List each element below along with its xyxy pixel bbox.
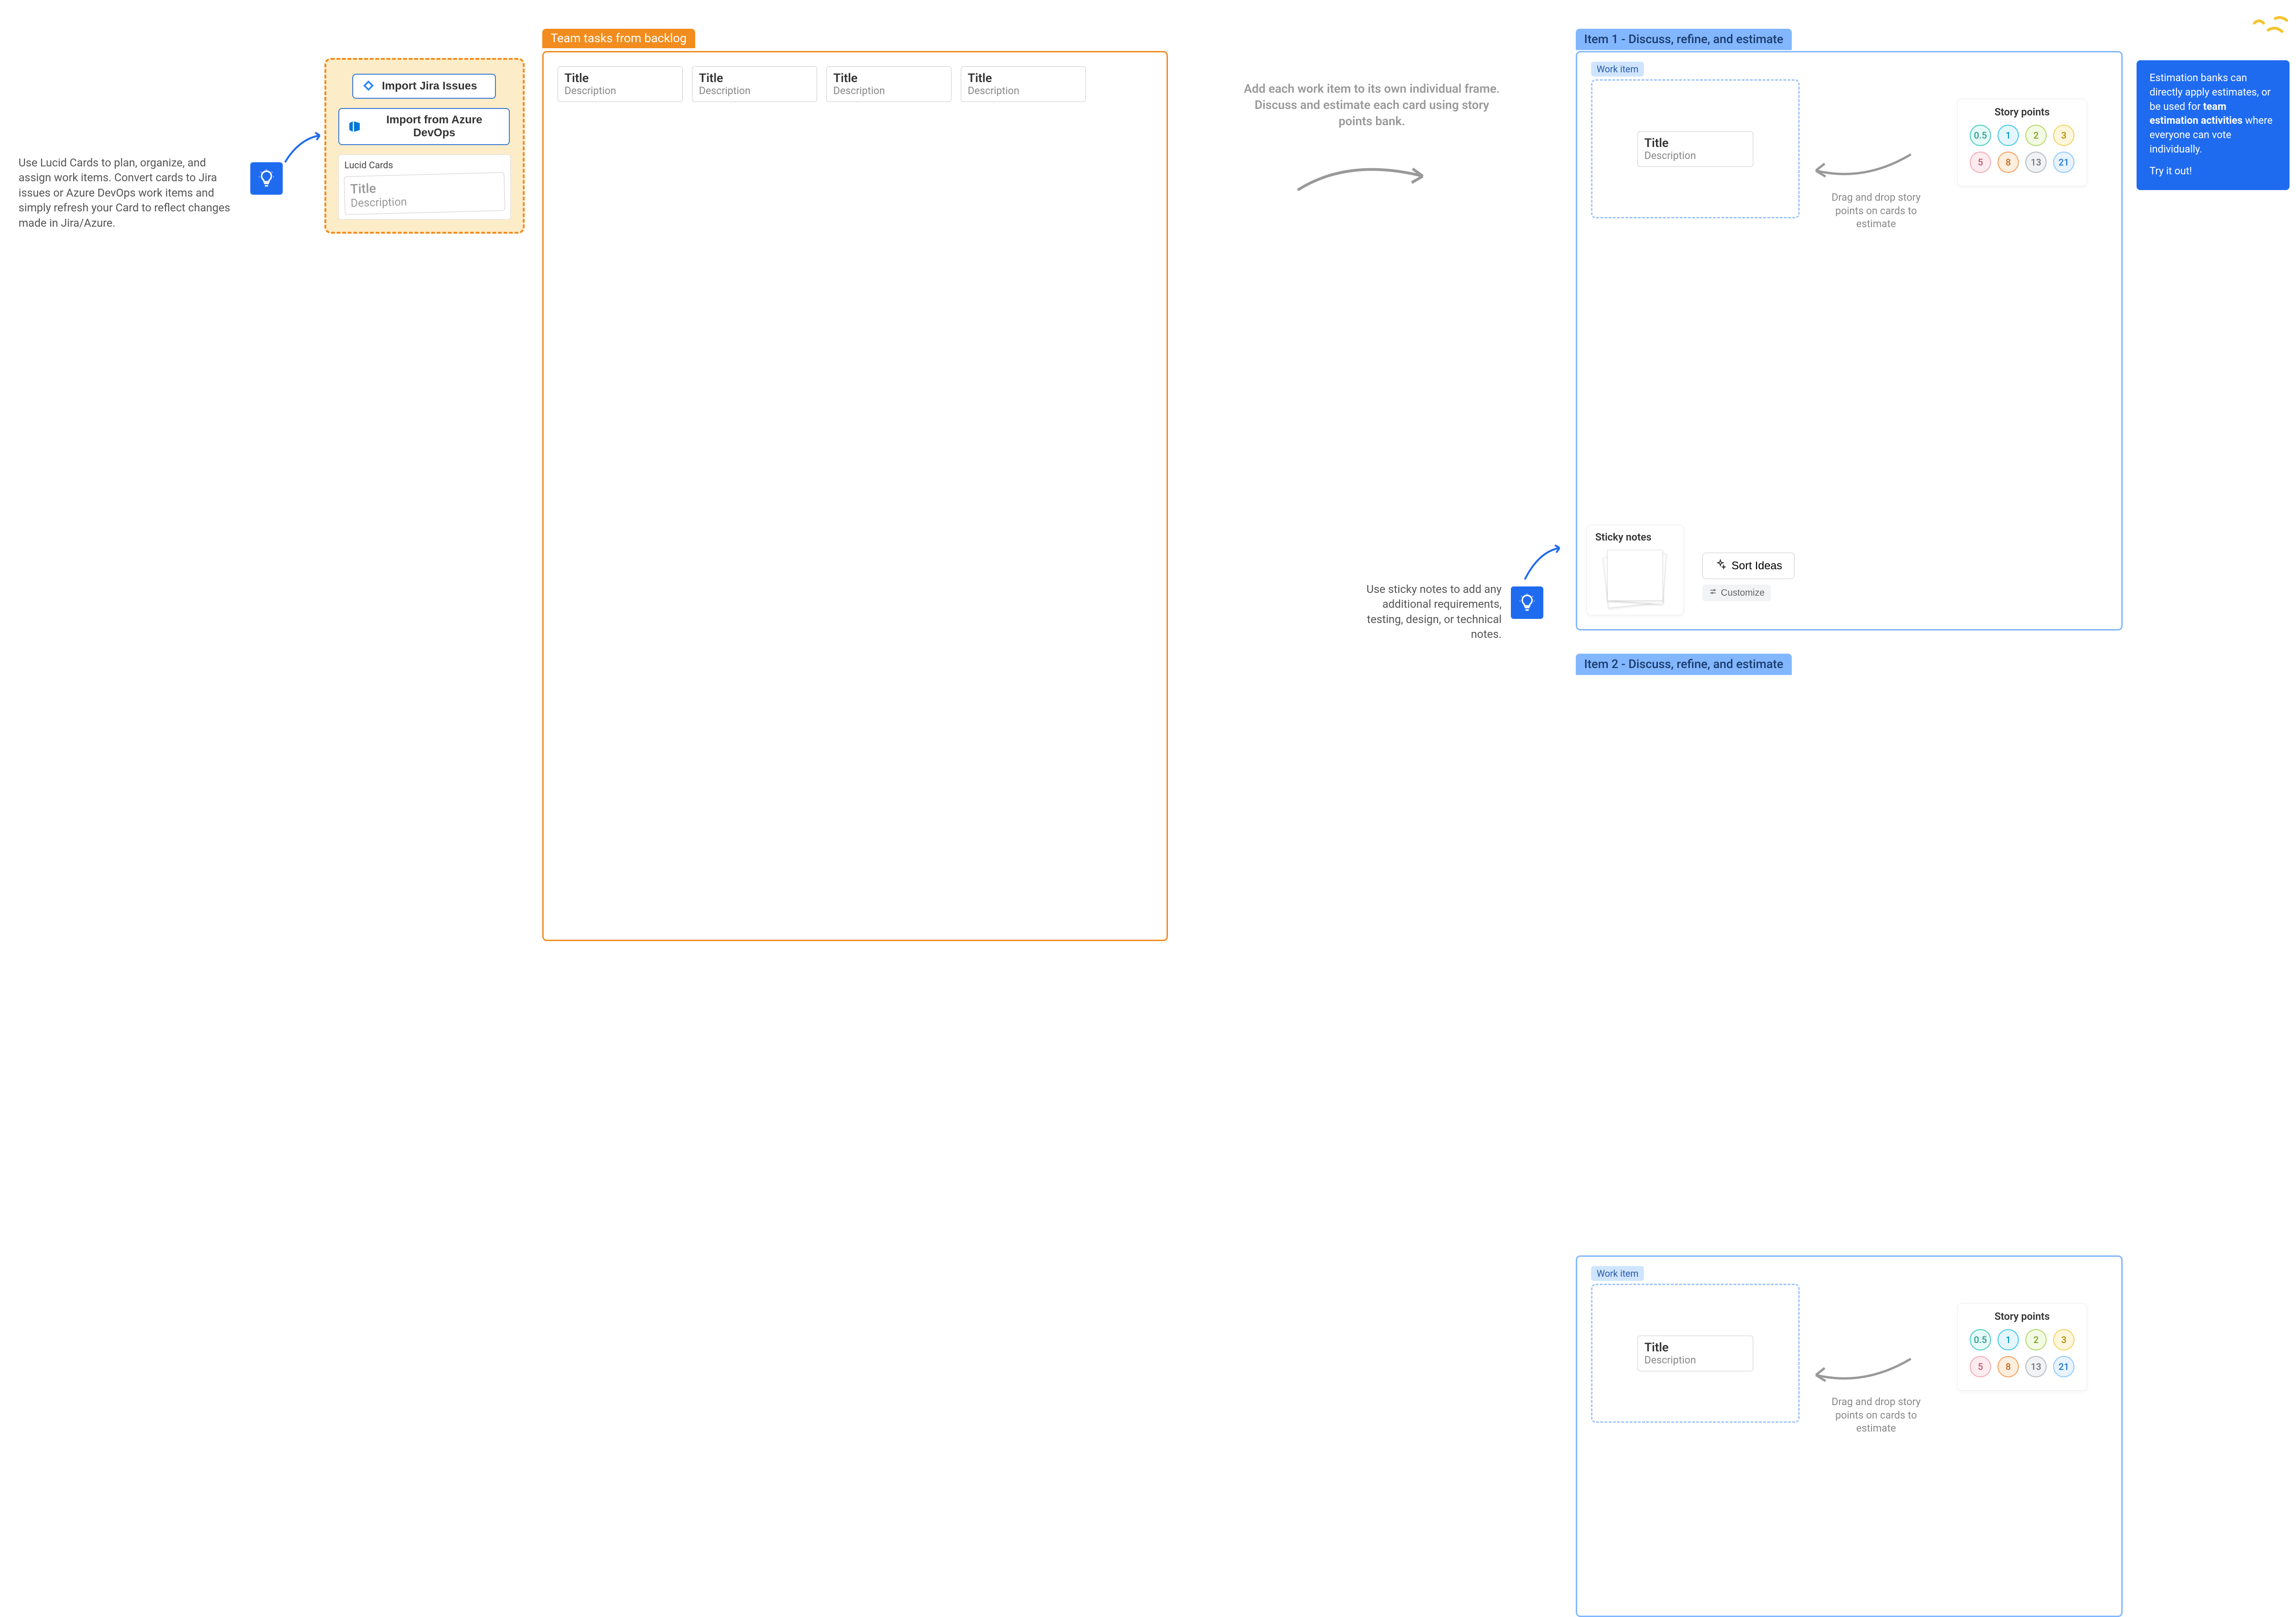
work-item-label: Work item (1591, 1266, 1644, 1281)
story-points-title: Story points (1967, 107, 2077, 118)
work-item-card[interactable]: Title Description (1637, 1336, 1753, 1371)
story-point-chip[interactable]: 0.5 (1970, 125, 1991, 146)
sparkle-icon (1715, 559, 1726, 573)
import-jira-button[interactable]: Import Jira Issues (352, 74, 496, 99)
card-title: Title (1644, 136, 1746, 150)
story-point-chip[interactable]: 5 (1970, 1356, 1991, 1377)
lucid-card-panel: Lucid Cards Title Description (338, 154, 511, 220)
story-point-chip[interactable]: 2 (2025, 1329, 2047, 1350)
card-title: Title (833, 71, 945, 85)
sort-ideas-label: Sort Ideas (1732, 560, 1782, 573)
backlog-frame-tab[interactable]: Team tasks from backlog (542, 29, 695, 48)
task-card[interactable]: Title Description (961, 66, 1086, 102)
import-panel: Import Jira Issues Import from Azure Dev… (324, 58, 525, 234)
lucid-cards-tip-text: Use Lucid Cards to plan, organize, and a… (19, 155, 236, 230)
story-points-panel: Story points 0.5 123 58 13 21 (1957, 1303, 2087, 1391)
sort-ideas-button[interactable]: Sort Ideas (1702, 553, 1795, 579)
card-description: Description (968, 85, 1079, 97)
story-points-panel: Story points 0.5 123 58 13 21 (1957, 99, 2087, 186)
sticky-notes-panel: Sticky notes (1586, 525, 1684, 615)
story-point-chip[interactable]: 2 (2025, 125, 2047, 146)
arrow-icon (1293, 153, 1432, 209)
card-description: Description (699, 85, 810, 97)
backlog-frame[interactable]: Title Description Title Description Titl… (542, 51, 1168, 941)
work-item-dropzone[interactable]: Title Description (1591, 79, 1800, 218)
task-card[interactable]: Title Description (558, 66, 683, 102)
sticky-tip-text: Use sticky notes to add any additional r… (1353, 582, 1502, 642)
card-description: Description (1644, 1355, 1746, 1366)
lucid-card-sample[interactable]: Title Description (344, 172, 505, 215)
story-point-chip[interactable]: 5 (1970, 152, 1991, 173)
drag-help-text: Drag and drop story points on cards to e… (1823, 191, 1929, 231)
card-title: Title (699, 71, 810, 85)
story-point-chip[interactable]: 3 (2053, 125, 2074, 146)
arrow-icon (1520, 542, 1567, 584)
story-point-chip[interactable]: 21 (2053, 1356, 2074, 1377)
center-tip-text: Add each work item to its own individual… (1242, 81, 1502, 130)
story-point-chip[interactable]: 8 (1998, 152, 2019, 173)
lightbulb-icon (1511, 586, 1543, 619)
azure-icon (348, 120, 362, 134)
story-point-chip[interactable]: 13 (2025, 152, 2047, 173)
sticky-stack[interactable] (1603, 548, 1668, 608)
story-points-title: Story points (1967, 1311, 2077, 1323)
lucid-cards-label: Lucid Cards (344, 159, 505, 171)
item-frame-tab[interactable]: Item 1 - Discuss, refine, and estimate (1576, 29, 1792, 50)
sliders-icon (1709, 587, 1717, 598)
work-item-label: Work item (1591, 62, 1644, 76)
estimation-callout: Estimation banks can directly apply esti… (2137, 60, 2290, 190)
item-frame-2[interactable]: Work item Title Description Drag and dro… (1576, 1255, 2123, 1617)
item-frame-1[interactable]: Work item Title Description Drag and dro… (1576, 51, 2123, 630)
story-point-chip[interactable]: 13 (2025, 1356, 2047, 1377)
item-frame-tab[interactable]: Item 2 - Discuss, refine, and estimate (1576, 654, 1792, 675)
jira-icon (362, 79, 375, 93)
arrow-icon (1809, 145, 1915, 191)
story-point-chip[interactable]: 3 (2053, 1329, 2074, 1350)
drag-help-text: Drag and drop story points on cards to e… (1823, 1396, 1929, 1436)
import-azure-button[interactable]: Import from Azure DevOps (338, 108, 510, 145)
import-jira-label: Import Jira Issues (382, 80, 477, 93)
story-point-chip[interactable]: 0.5 (1970, 1329, 1991, 1350)
card-title: Title (968, 71, 1079, 85)
backlog-card-grid: Title Description Title Description Titl… (558, 66, 1153, 102)
story-point-chip[interactable]: 1 (1998, 1329, 2019, 1350)
lightbulb-icon (250, 162, 283, 195)
task-card[interactable]: Title Description (826, 66, 951, 102)
card-description: Description (1644, 150, 1746, 162)
customize-button[interactable]: Customize (1702, 585, 1771, 601)
arrow-icon (280, 130, 327, 167)
card-title: Title (564, 71, 676, 85)
card-title: Title (1644, 1341, 1746, 1355)
task-card[interactable]: Title Description (692, 66, 817, 102)
card-description: Description (564, 85, 676, 97)
callout-try: Try it out! (2150, 165, 2277, 179)
import-azure-label: Import from Azure DevOps (368, 114, 501, 140)
decorative-strokes-icon (2250, 14, 2291, 46)
work-item-dropzone[interactable]: Title Description (1591, 1284, 1800, 1423)
sticky-notes-title: Sticky notes (1595, 532, 1675, 543)
card-description: Description (833, 85, 945, 97)
arrow-icon (1809, 1350, 1915, 1396)
customize-label: Customize (1721, 588, 1764, 598)
story-point-chip[interactable]: 1 (1998, 125, 2019, 146)
work-item-card[interactable]: Title Description (1637, 131, 1753, 167)
story-point-chip[interactable]: 8 (1998, 1356, 2019, 1377)
story-point-chip[interactable]: 21 (2053, 152, 2074, 173)
